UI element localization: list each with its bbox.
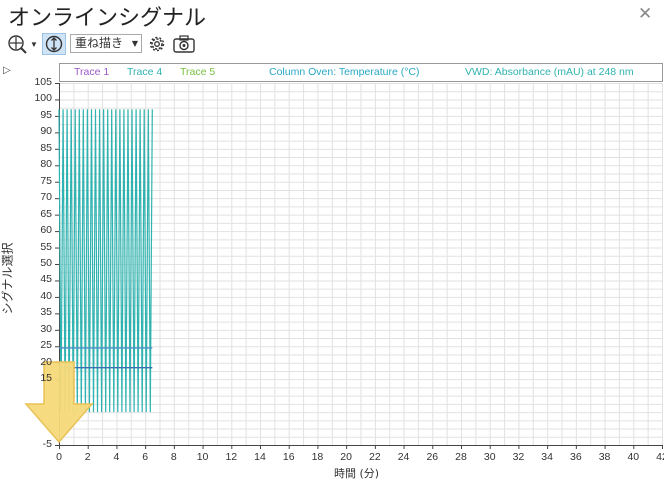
y-tick-label: 100 [34,92,52,105]
x-tick-label: 26 [426,451,439,463]
x-tick-label: 36 [570,451,582,463]
x-tick-label: 14 [254,451,266,463]
y-tick-label: 45 [40,273,52,286]
x-tick-label: 30 [483,451,496,463]
y-tick-label: 20 [40,355,52,368]
y-tick-label: 70 [40,191,52,204]
y-tick-label: 55 [40,240,52,253]
x-tick-label: 18 [311,451,324,463]
y-axis-label: シグナル選択 [0,242,15,315]
y-tick-label: 85 [40,141,52,154]
x-tick-label: 10 [196,451,209,463]
x-tick-label: 22 [369,451,381,463]
y-tick-label: 75 [40,174,52,187]
x-tick-label: 32 [512,451,525,463]
x-tick-label: 20 [340,451,352,463]
y-tick-label: 80 [40,158,52,171]
x-tick-label: 2 [84,451,91,463]
y-tick-label: 50 [40,257,52,269]
x-tick-label: 6 [142,451,149,463]
x-tick-label: 24 [397,451,410,463]
x-tick-label: 12 [225,451,238,463]
x-tick-label: 38 [598,451,611,463]
y-tick-label: 90 [40,125,52,138]
x-tick-label: 8 [170,451,177,463]
x-tick-label: 28 [455,451,467,463]
signal-chart[interactable] [0,0,664,479]
y-tick-label: 105 [34,76,52,88]
x-tick-label: 16 [282,451,295,463]
y-tick-label: 40 [40,289,52,302]
y-tick-label: 95 [40,108,52,121]
x-tick-label: 0 [56,451,62,463]
y-tick-label: -5 [42,438,52,450]
y-tick-label: 15 [40,372,52,385]
y-tick-label: 30 [40,322,52,335]
x-tick-label: 4 [113,451,120,463]
x-tick-label: 34 [541,451,553,463]
x-tick-label: 42 [656,451,664,463]
x-tick-label: 40 [627,451,640,463]
y-tick-label: 60 [40,224,52,237]
y-tick-label: 25 [40,339,52,352]
y-tick-label: 65 [40,207,52,220]
y-tick-label: 35 [40,306,52,319]
